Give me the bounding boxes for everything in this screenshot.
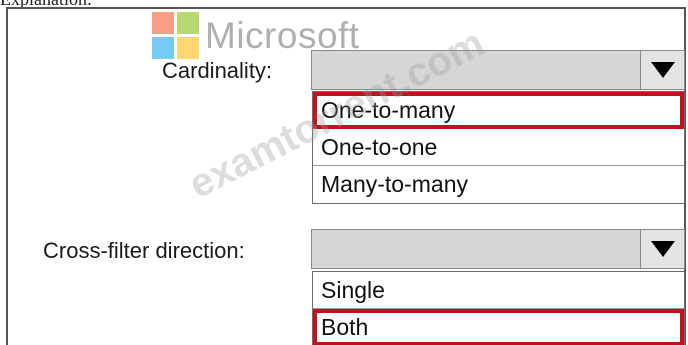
cross-filter-dropdown[interactable] xyxy=(311,229,685,269)
logo-square-yellow xyxy=(177,37,199,59)
cardinality-label: Cardinality: xyxy=(162,58,273,83)
triangle-down-icon xyxy=(650,241,675,257)
cardinality-options-list: One-to-many One-to-one Many-to-many xyxy=(312,91,685,204)
logo-square-red xyxy=(152,12,174,34)
logo-square-blue xyxy=(152,37,174,59)
cross-filter-option-both[interactable]: Both xyxy=(313,309,684,345)
logo-square-green xyxy=(177,12,199,34)
logo-text: Microsoft xyxy=(205,15,360,56)
cross-filter-dropdown-button[interactable] xyxy=(640,230,684,268)
cardinality-option-many-to-many[interactable]: Many-to-many xyxy=(313,166,684,203)
microsoft-logo-icon xyxy=(152,12,199,59)
cardinality-dropdown[interactable] xyxy=(311,50,685,90)
cross-filter-option-single[interactable]: Single xyxy=(313,272,684,309)
cross-filter-label: Cross-filter direction: xyxy=(43,238,245,263)
triangle-down-icon xyxy=(650,62,675,78)
cardinality-option-one-to-many[interactable]: One-to-many xyxy=(313,92,684,129)
cardinality-option-one-to-one[interactable]: One-to-one xyxy=(313,129,684,166)
cross-filter-options-list: Single Both xyxy=(312,271,685,345)
cardinality-dropdown-button[interactable] xyxy=(640,51,684,89)
answer-area: Explanation: Microsoft Cardinality: One-… xyxy=(0,0,688,345)
